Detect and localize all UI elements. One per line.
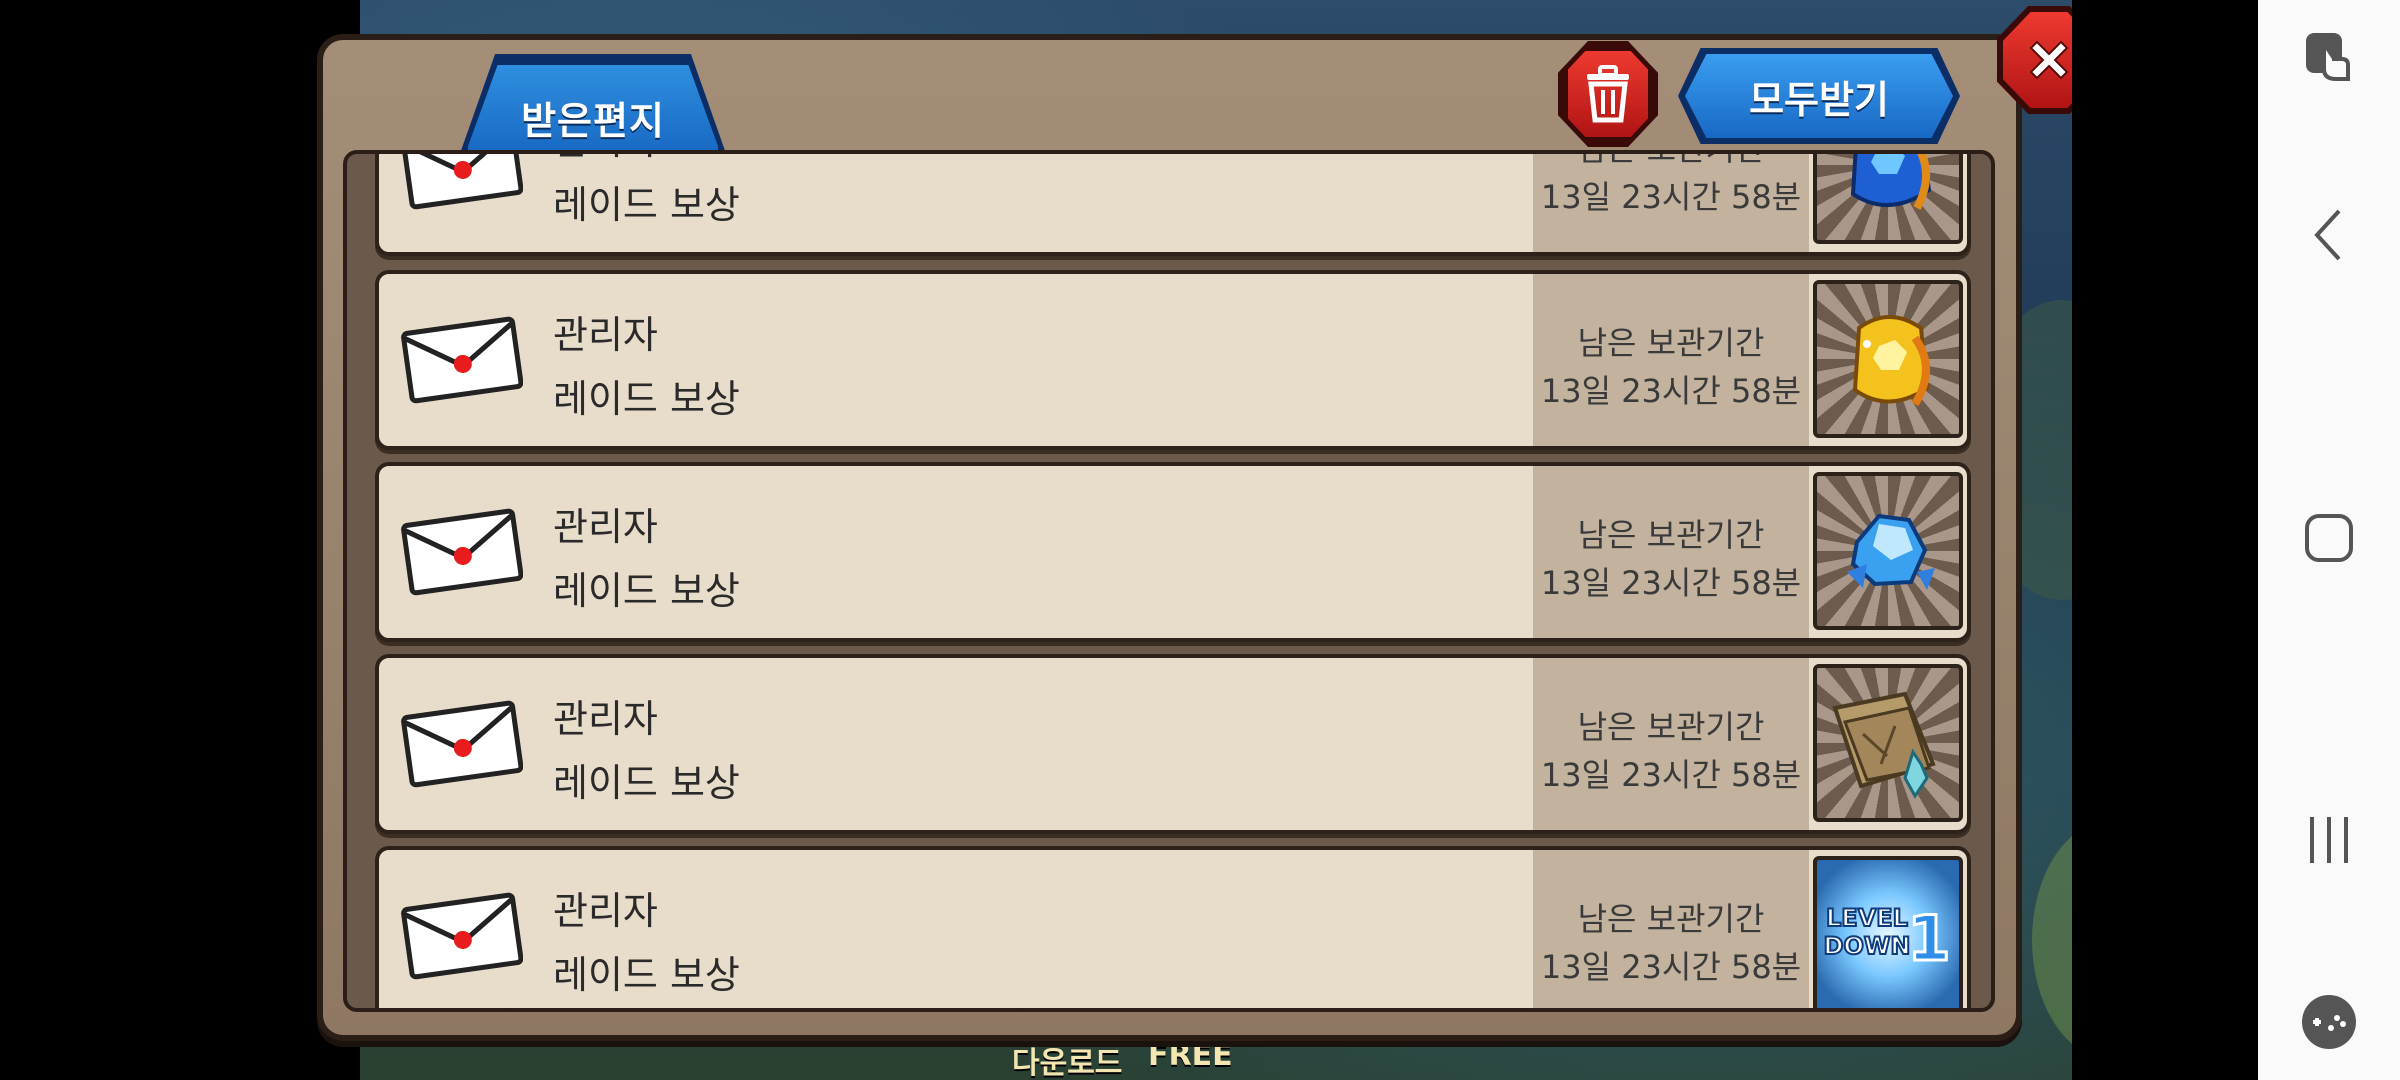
receive-all-label: 모두받기 [1749,77,1889,122]
mail-title: 레이드 보상 [553,953,740,997]
reward-slot[interactable] [1813,664,1963,822]
game-launcher-button[interactable] [2258,990,2400,1054]
mail-row[interactable]: 관리자 레이드 보상 남은 보관기간 13일 23시간 58분 [375,654,1971,834]
background-scenery [2032,820,2072,1060]
level-down-text: DOWN [1824,932,1911,960]
background-free-text: FREE [1148,1038,1233,1073]
mail-sender: 관리자 [553,505,658,549]
mail-sender: 관리자 [553,889,658,933]
mail-sender: 관리자 [553,697,658,741]
reward-slot[interactable] [1813,280,1963,438]
mail-title: 레이드 보상 [553,569,740,613]
expiry-label: 남은 보관기간 [1577,516,1765,554]
envelope-icon [401,892,523,980]
expiry-panel: 남은 보관기간 13일 23시간 58분 [1533,466,1809,638]
expiry-label: 남은 보관기간 [1577,708,1765,746]
tab-received-mail[interactable]: 받은편지 [463,60,723,160]
level-down-text: LEVEL [1826,904,1908,932]
gesture-lock-icon [2306,33,2350,81]
gold-gem-pouch-icon [1852,315,1930,407]
home-button[interactable] [2258,504,2400,572]
expiry-panel: 남은 보관기간 13일 23시간 58분 [1533,850,1809,1008]
trash-icon [1587,65,1629,123]
blue-crystal-icon [1847,513,1935,590]
expiry-panel: 남은 보관기간 13일 23시간 58분 [1533,658,1809,830]
mail-title: 레이드 보상 [553,761,740,805]
expiry-time: 13일 23시간 58분 [1540,564,1802,602]
envelope-icon [401,316,523,404]
expiry-label: 남은 보관기간 [1577,324,1765,362]
close-icon [2029,40,2069,80]
recents-icon [2310,817,2348,863]
mail-row[interactable]: 관리자 레이드 보상 남은 보관기간 13일 23시간 58분 [375,270,1971,450]
expiry-time: 13일 23시간 58분 [1540,756,1802,794]
home-icon [2305,514,2353,562]
mail-row[interactable]: 관리자 레이드 보상 남은 보관기간 13일 23시간 58분 [375,154,1971,256]
reward-slot[interactable] [1813,472,1963,630]
mail-sender: 관리자 [553,313,658,357]
blue-gem-pouch-icon [1850,154,1932,210]
envelope-icon [401,154,523,210]
android-nav-bar [2258,0,2400,1080]
back-button[interactable] [2258,200,2400,270]
mail-sender: 관리자 [553,154,658,165]
map-scroll-icon [1832,691,1936,799]
recents-button[interactable] [2258,810,2400,870]
game-viewport: 다운로드 FREE 받은편지 모두받기 관리자 [272,0,2072,1080]
mail-list[interactable]: 관리자 레이드 보상 남은 보관기간 13일 23시간 58분 관리자 레이드 … [343,150,1995,1012]
level-down-number: 1 [1907,902,1950,975]
back-icon [2314,209,2341,261]
expiry-label: 남은 보관기간 [1577,900,1765,938]
envelope-icon [401,700,523,788]
delete-button[interactable] [1563,46,1653,142]
tab-received-label: 받은편지 [521,99,665,143]
receive-all-button[interactable]: 모두받기 [1685,54,1953,138]
expiry-time: 13일 23시간 58분 [1540,178,1802,216]
mail-row[interactable]: 관리자 레이드 보상 남은 보관기간 13일 23시간 58분 LEVEL DO… [375,846,1971,1008]
expiry-time: 13일 23시간 58분 [1540,948,1802,986]
expiry-panel: 남은 보관기간 13일 23시간 58분 [1533,274,1809,446]
expiry-label: 남은 보관기간 [1533,154,1809,170]
level-down-ticket-icon: LEVEL DOWN 1 [1823,901,1953,977]
gesture-lock-button[interactable] [2258,24,2400,88]
background-download-text: 다운로드 [1012,1046,1123,1080]
reward-slot[interactable]: LEVEL DOWN 1 [1813,856,1963,1008]
expiry-time: 13일 23시간 58분 [1540,372,1802,410]
mail-title: 레이드 보상 [553,183,740,227]
expiry-panel: 남은 보관기간 13일 23시간 58분 [1533,154,1809,252]
mail-row[interactable]: 관리자 레이드 보상 남은 보관기간 13일 23시간 58분 [375,462,1971,642]
mailbox-popup: 받은편지 모두받기 관리자 레이드 보상 [317,6,2072,1041]
reward-slot[interactable] [1813,154,1963,244]
mail-title: 레이드 보상 [553,377,740,421]
envelope-icon [401,508,523,596]
game-launcher-icon [2302,995,2356,1049]
